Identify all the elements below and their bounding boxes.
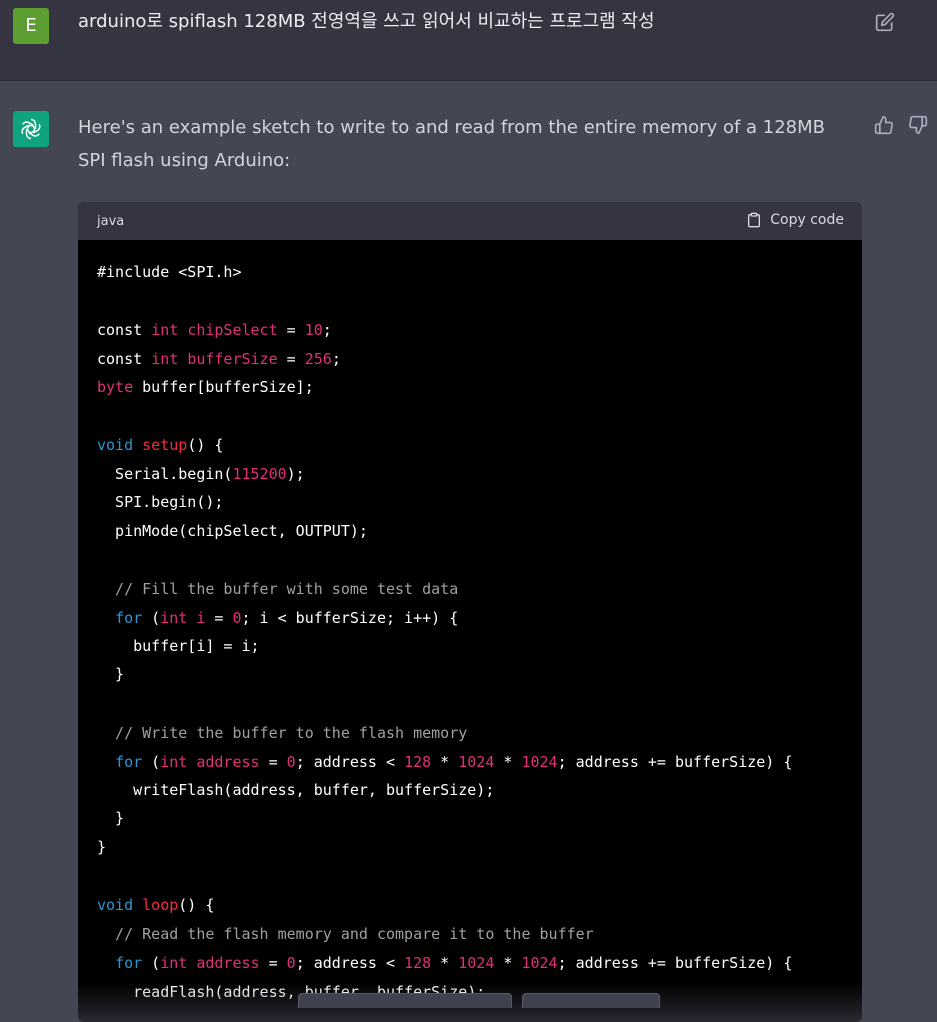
code-line: byte buffer[bufferSize]; (97, 378, 314, 396)
chatgpt-logo-icon (13, 111, 49, 147)
bottom-action-button[interactable] (522, 993, 660, 1008)
clipboard-icon (748, 212, 761, 228)
assistant-intro-text: Here's an example sketch to write to and… (78, 117, 826, 171)
code-line: pinMode(chipSelect, OUTPUT); (97, 522, 368, 540)
code-line: for (int i = 0; i < bufferSize; i++) { (115, 609, 459, 627)
edit-icon[interactable] (875, 12, 895, 32)
thumbs-down-icon[interactable] (908, 115, 928, 135)
code-line: for (int address = 0; address < 128 * 10… (115, 954, 793, 972)
code-line: buffer[i] = i; (97, 637, 260, 655)
code-line: const int chipSelect = 10; (97, 321, 332, 339)
code-line: } (97, 665, 125, 683)
code-line: void loop() { (97, 896, 215, 914)
code-language-label: java (97, 214, 125, 229)
code-line: } (97, 809, 125, 827)
code-line: writeFlash(address, buffer, bufferSize); (97, 781, 495, 799)
code-line: const int bufferSize = 256; (97, 350, 341, 368)
copy-code-button[interactable]: Copy code (746, 211, 844, 229)
code-block: java Copy code #include <SPI.h> const in… (78, 202, 862, 1022)
code-line: // Fill the buffer with some test data (97, 580, 459, 598)
code-line: for (int address = 0; address < 128 * 10… (115, 753, 793, 771)
copy-code-label: Copy code (770, 212, 844, 228)
code-block-header: java Copy code (78, 202, 862, 240)
code-line: // Write the buffer to the flash memory (97, 724, 468, 742)
assistant-message-row: Here's an example sketch to write to and… (0, 81, 937, 1022)
regenerate-button[interactable] (298, 993, 512, 1008)
user-message-row: E arduino로 spiflash 128MB 전영역을 쓰고 읽어서 비교… (0, 0, 937, 81)
code-line: } (97, 838, 107, 856)
code-line: #include <SPI.h> (97, 263, 242, 281)
code-line: void setup() { (97, 436, 224, 454)
user-message-text: arduino로 spiflash 128MB 전영역을 쓰고 읽어서 비교하는… (78, 11, 655, 32)
code-line: Serial.begin(115200); (97, 465, 305, 483)
thumbs-up-icon[interactable] (874, 115, 894, 135)
code-line: SPI.begin(); (97, 493, 224, 511)
user-avatar: E (13, 8, 49, 44)
code-line: // Read the flash memory and compare it … (97, 925, 594, 943)
